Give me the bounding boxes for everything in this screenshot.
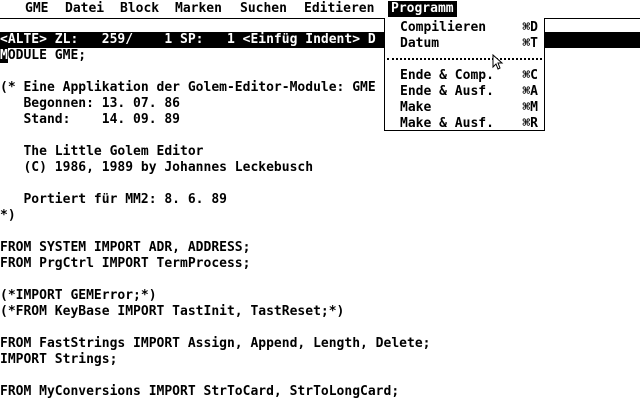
code-line: (*IMPORT GEMError;*): [0, 288, 157, 303]
menu-separator: [387, 58, 542, 60]
code-line: IMPORT Strings;: [0, 352, 118, 367]
menu-marken[interactable]: Marken: [172, 1, 225, 17]
menu-item-label: Make & Ausf.: [400, 116, 494, 131]
menu-suchen[interactable]: Suchen: [237, 1, 290, 17]
menu-item-shortcut: ⌘A: [522, 84, 538, 99]
code-line: FROM PrgCtrl IMPORT TermProcess;: [0, 256, 251, 271]
menu-item-label: Ende & Ausf.: [400, 84, 494, 99]
code-line: (C) 1986, 1989 by Johannes Leckebusch: [0, 160, 314, 175]
menu-item-shortcut: ⌘R: [522, 116, 538, 131]
code-line: Portiert für MM2: 8. 6. 89: [0, 192, 227, 207]
code-line: FROM FastStrings IMPORT Assign, Append, …: [0, 336, 431, 351]
menu-item-label: Make: [400, 100, 432, 115]
code-line: (*FROM KeyBase IMPORT TastInit, TastRese…: [0, 304, 345, 319]
menu-gme[interactable]: GME: [22, 1, 51, 17]
menu-item-shortcut: ⌘M: [522, 100, 538, 115]
programm-menu-dropdown: Compilieren ⌘D Datum ⌘T Ende & Comp. ⌘C …: [384, 18, 545, 131]
menu-item-shortcut: ⌘T: [522, 36, 538, 51]
menu-item-make[interactable]: Make ⌘M: [400, 100, 538, 116]
menu-programm[interactable]: Programm: [388, 1, 457, 17]
menu-item-ende-ausf[interactable]: Ende & Ausf. ⌘A: [400, 84, 538, 100]
menu-item-compilieren[interactable]: Compilieren ⌘D: [400, 20, 538, 36]
menu-item-label: Compilieren: [400, 20, 487, 35]
menu-item-label: Datum: [400, 36, 440, 51]
menu-item-make-ausf[interactable]: Make & Ausf. ⌘R: [400, 116, 538, 132]
text-cursor: M: [0, 48, 8, 63]
code-line: *): [0, 208, 16, 223]
menu-item-shortcut: ⌘C: [522, 68, 538, 83]
code-line: FROM MyConversions IMPORT StrToCard, Str…: [0, 384, 400, 399]
menu-item-shortcut: ⌘D: [522, 20, 538, 35]
menu-block[interactable]: Block: [117, 1, 162, 17]
menu-datei[interactable]: Datei: [62, 1, 107, 17]
code-line: The Little Golem Editor: [0, 144, 204, 159]
menu-item-label: Ende & Comp.: [400, 68, 494, 83]
menu-item-ende-comp[interactable]: Ende & Comp. ⌘C: [400, 68, 538, 84]
menu-bar: GME Datei Block Marken Suchen Editieren …: [0, 0, 640, 19]
menu-editieren[interactable]: Editieren: [301, 1, 377, 17]
mouse-pointer-icon: [492, 54, 504, 70]
code-line: FROM SYSTEM IMPORT ADR, ADDRESS;: [0, 240, 251, 255]
menu-item-datum[interactable]: Datum ⌘T: [400, 36, 538, 52]
